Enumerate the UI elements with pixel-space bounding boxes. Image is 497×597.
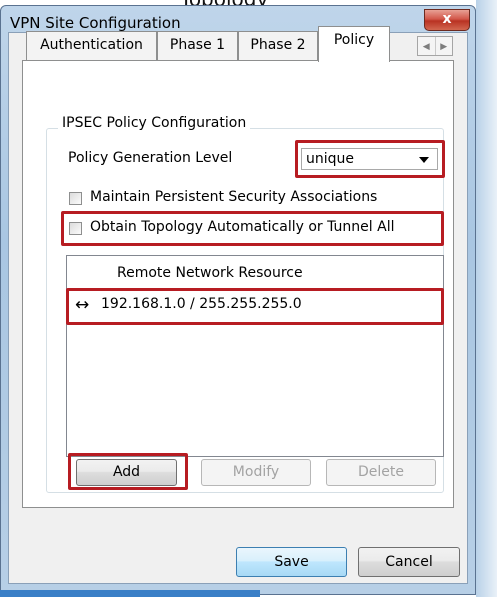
taskbar-edge [0, 590, 260, 597]
tab-authentication[interactable]: Authentication [26, 31, 157, 60]
highlight-add-button [68, 453, 188, 490]
policy-level-label: Policy Generation Level [68, 150, 233, 166]
window-title: VPN Site Configuration [10, 14, 181, 32]
maintain-sa-label: Maintain Persistent Security Association… [90, 189, 378, 205]
background-edge [476, 0, 497, 597]
tab-phase-2[interactable]: Phase 2 [238, 31, 318, 60]
close-button[interactable]: x [424, 9, 470, 31]
remote-resource-list[interactable]: Remote Network Resource ↔ 192.168.1.0 / … [66, 255, 444, 457]
cancel-button[interactable]: Cancel [358, 547, 460, 577]
list-header[interactable]: Remote Network Resource [67, 256, 443, 290]
highlight-resource-row [66, 288, 444, 325]
tab-scroll-buttons[interactable]: ◀ ▶ [417, 36, 453, 56]
highlight-obtain-topology [61, 211, 444, 246]
tab-policy[interactable]: Policy [318, 26, 390, 62]
group-title: IPSEC Policy Configuration [58, 115, 251, 131]
highlight-policy-level [295, 140, 445, 178]
tab-scroll-right-icon[interactable]: ▶ [434, 37, 453, 55]
delete-button[interactable]: Delete [326, 459, 436, 486]
modify-button[interactable]: Modify [201, 459, 311, 486]
maintain-sa-checkbox[interactable] [69, 192, 82, 205]
list-header-label: Remote Network Resource [117, 265, 303, 281]
save-button[interactable]: Save [236, 547, 347, 577]
tab-phase-1[interactable]: Phase 1 [157, 31, 238, 60]
tab-scroll-left-icon[interactable]: ◀ [418, 37, 435, 55]
